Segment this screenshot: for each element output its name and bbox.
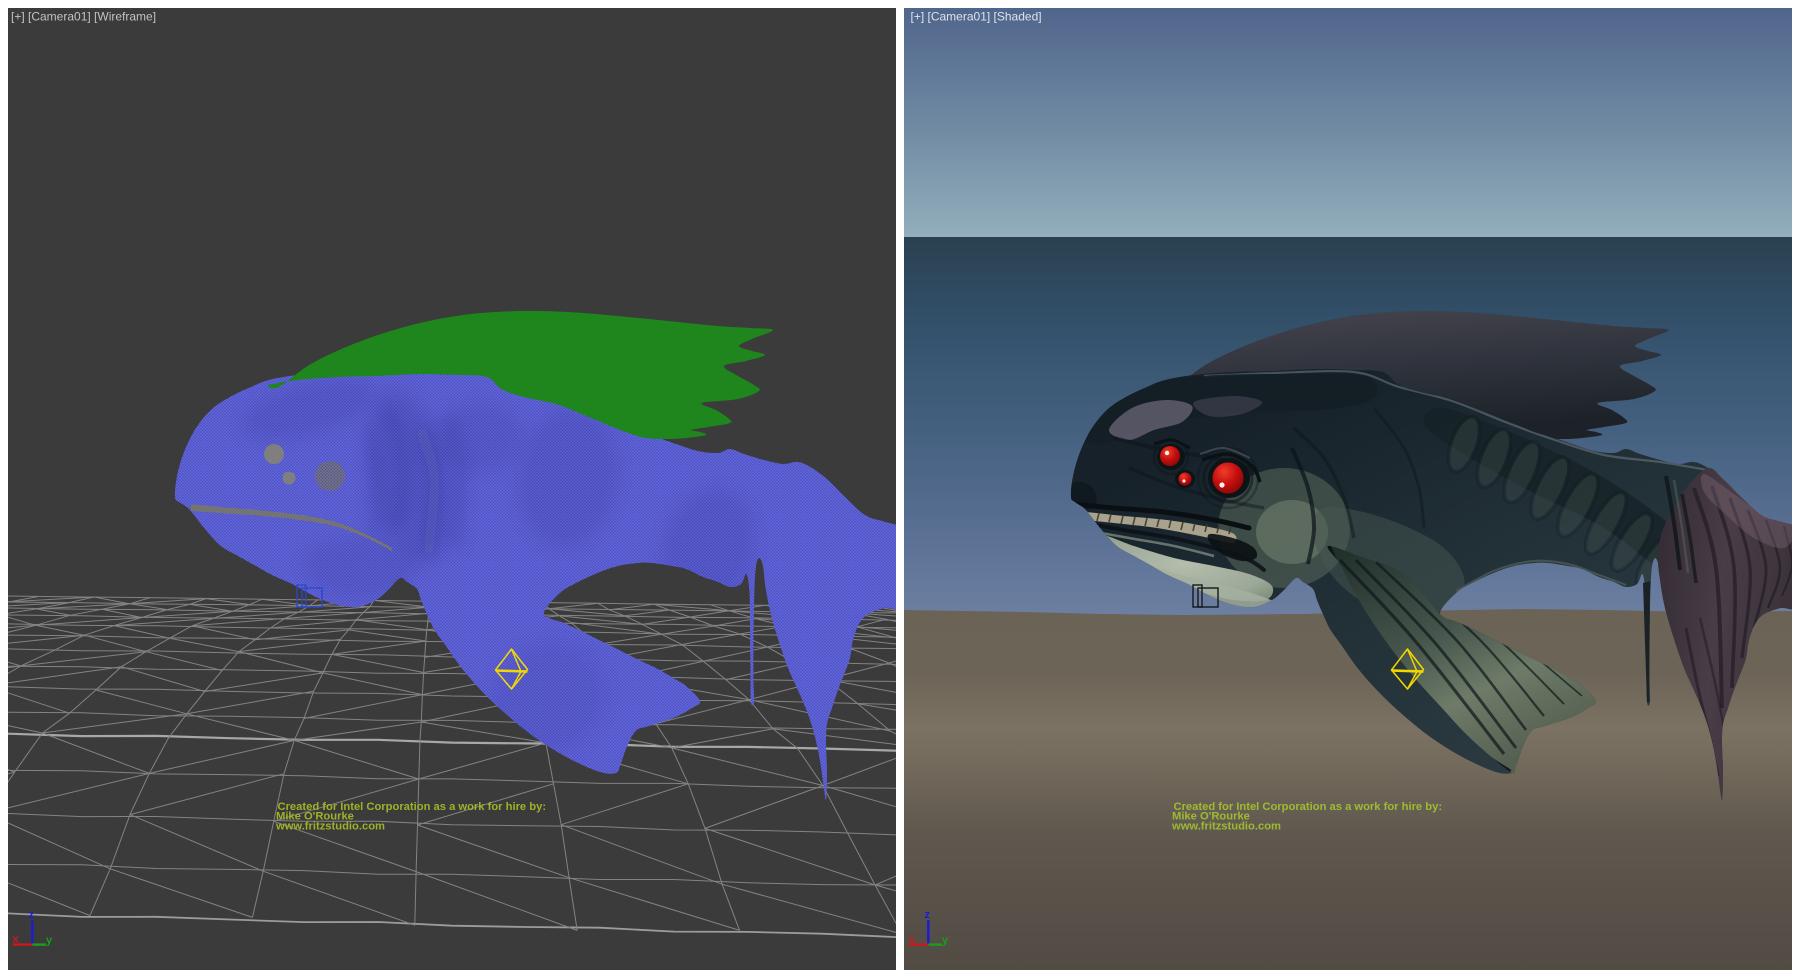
svg-text:x: x — [909, 934, 916, 946]
svg-text:y: y — [46, 935, 53, 947]
svg-text:www.fritzstudio.com: www.fritzstudio.com — [275, 821, 385, 833]
svg-text:x: x — [13, 934, 20, 946]
svg-text:[+] [Camera01] [Shaded]: [+] [Camera01] [Shaded] — [911, 10, 1042, 24]
svg-text:z: z — [925, 909, 931, 921]
svg-text:y: y — [942, 935, 949, 947]
svg-text:[+] [Camera01] [Wireframe]: [+] [Camera01] [Wireframe] — [11, 10, 156, 24]
svg-text:www.fritzstudio.com: www.fritzstudio.com — [1171, 821, 1281, 833]
svg-text:z: z — [29, 909, 35, 921]
